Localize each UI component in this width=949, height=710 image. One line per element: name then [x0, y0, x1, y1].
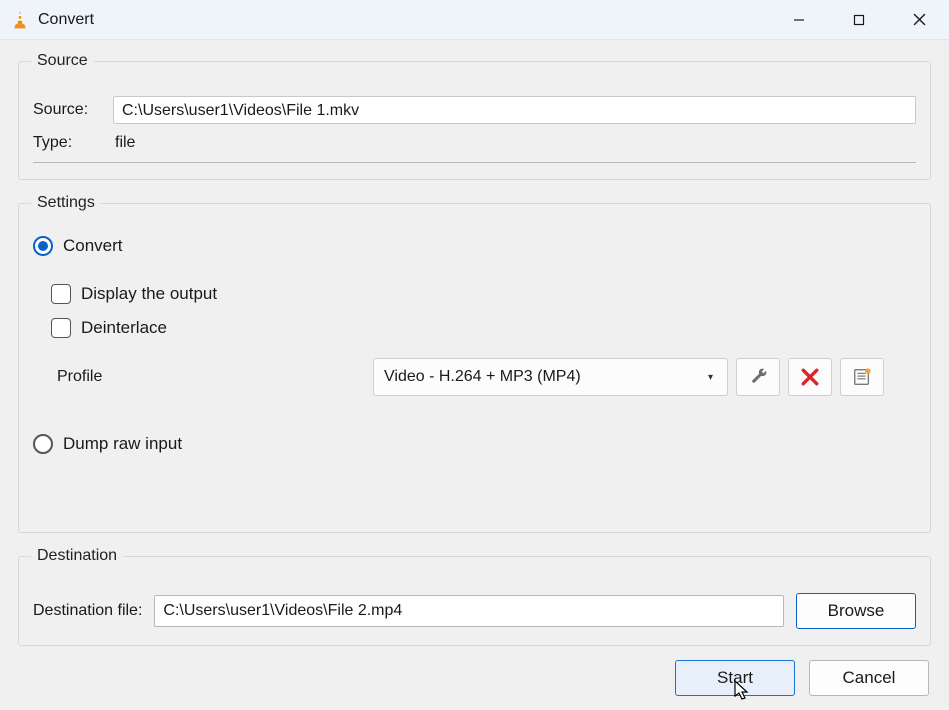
type-value: file [113, 134, 135, 152]
settings-legend: Settings [31, 194, 101, 212]
source-label: Source: [33, 101, 113, 119]
deinterlace-checkbox[interactable] [51, 318, 71, 338]
new-profile-icon [852, 367, 872, 387]
window-controls [769, 0, 949, 39]
convert-radio-label: Convert [63, 236, 123, 256]
dump-raw-label: Dump raw input [63, 434, 182, 454]
display-output-checkbox[interactable] [51, 284, 71, 304]
destination-legend: Destination [31, 547, 123, 565]
source-path-field[interactable]: C:\Users\user1\Videos\File 1.mkv [113, 96, 916, 124]
delete-profile-button[interactable] [788, 358, 832, 396]
cancel-button[interactable]: Cancel [809, 660, 929, 696]
source-group: Source Source: C:\Users\user1\Videos\Fil… [18, 52, 931, 180]
settings-group: Settings Convert Display the output Dein… [18, 194, 931, 533]
profile-label: Profile [33, 368, 373, 386]
new-profile-button[interactable] [840, 358, 884, 396]
source-legend: Source [31, 52, 94, 70]
dialog-footer: Start Cancel [18, 660, 931, 696]
chevron-down-icon: ▾ [708, 372, 713, 383]
profile-value: Video - H.264 + MP3 (MP4) [384, 368, 581, 386]
separator [33, 162, 916, 163]
profile-dropdown[interactable]: Video - H.264 + MP3 (MP4) ▾ [373, 358, 728, 396]
titlebar: Convert [0, 0, 949, 40]
destination-file-input[interactable] [154, 595, 784, 627]
close-button[interactable] [889, 0, 949, 39]
browse-button[interactable]: Browse [796, 593, 916, 629]
wrench-icon [748, 367, 768, 387]
destination-file-label: Destination file: [33, 602, 142, 620]
deinterlace-label: Deinterlace [81, 318, 167, 338]
window-title: Convert [38, 11, 769, 29]
edit-profile-button[interactable] [736, 358, 780, 396]
convert-radio[interactable] [33, 236, 53, 256]
display-output-label: Display the output [81, 284, 217, 304]
vlc-cone-icon [10, 10, 30, 30]
dump-raw-radio[interactable] [33, 434, 53, 454]
minimize-button[interactable] [769, 0, 829, 39]
x-icon [801, 368, 819, 386]
destination-group: Destination Destination file: Browse [18, 547, 931, 646]
start-button[interactable]: Start [675, 660, 795, 696]
type-label: Type: [33, 134, 113, 152]
content-area: Source Source: C:\Users\user1\Videos\Fil… [0, 40, 949, 710]
maximize-button[interactable] [829, 0, 889, 39]
convert-window: Convert Source Source: C:\Users\user1\Vi… [0, 0, 949, 710]
